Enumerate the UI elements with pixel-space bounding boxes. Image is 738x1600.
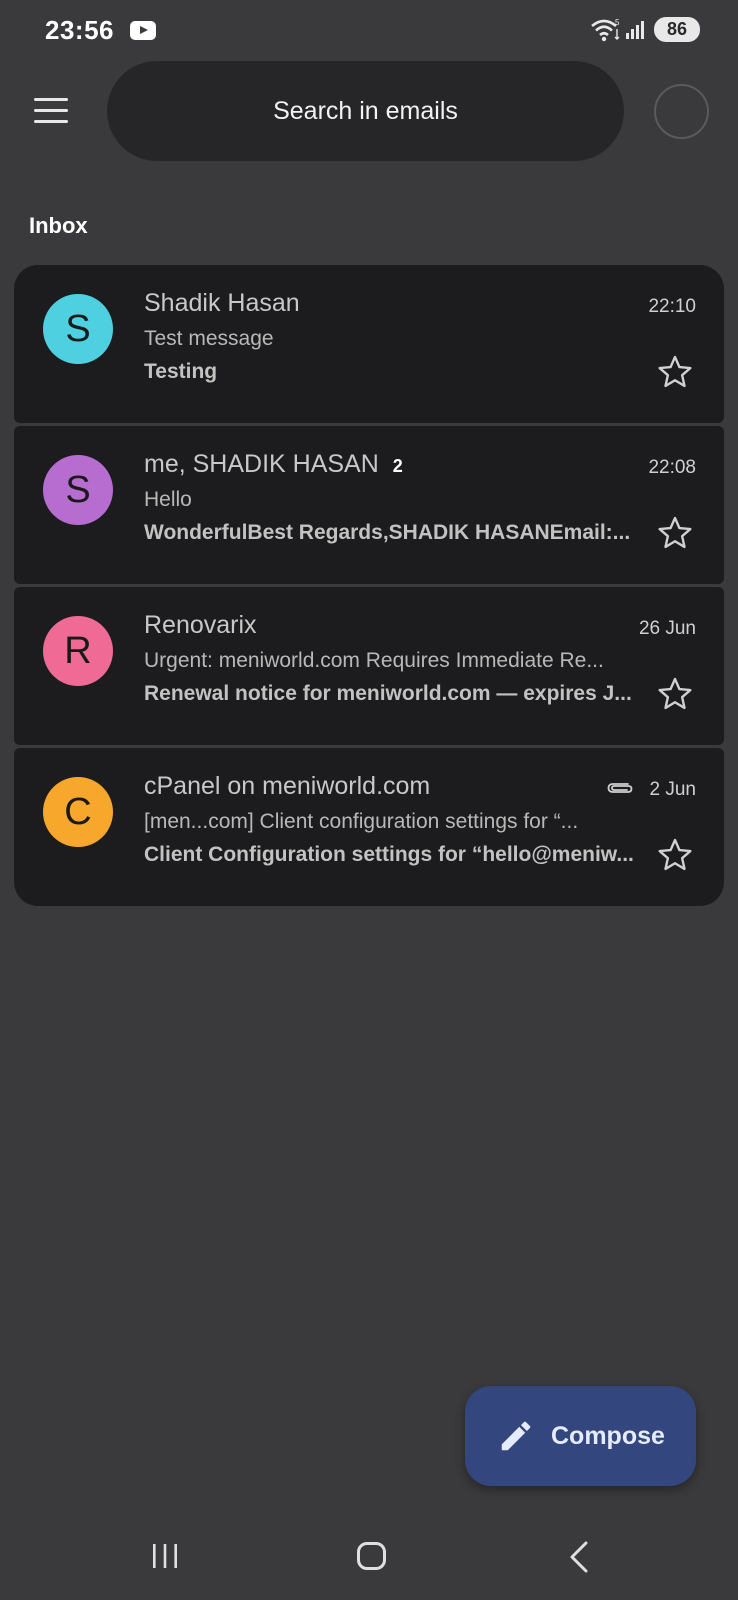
sender-avatar[interactable]: S: [43, 455, 113, 525]
section-label-inbox: Inbox: [29, 213, 88, 238]
email-row[interactable]: R Renovarix 26 Jun Urgent: meniworld.com…: [14, 587, 724, 745]
search-placeholder: Search in emails: [273, 96, 458, 125]
email-snippet: Renewal notice for meniworld.com — expir…: [144, 682, 632, 705]
email-subject: Urgent: meniworld.com Requires Immediate…: [144, 649, 604, 672]
star-icon[interactable]: [656, 514, 694, 552]
home-icon[interactable]: [357, 1542, 386, 1570]
email-row[interactable]: S me, SHADIK HASAN 2 22:08 Hello Wonderfu…: [14, 426, 724, 584]
thread-count: 2: [392, 456, 403, 476]
account-avatar[interactable]: [654, 84, 709, 139]
compose-label: Compose: [551, 1421, 665, 1450]
menu-icon[interactable]: [34, 98, 68, 124]
email-subject: [men...com] Client configuration setting…: [144, 810, 579, 833]
youtube-icon: [130, 21, 156, 40]
star-icon[interactable]: [656, 353, 694, 391]
wifi-icon: 5: [591, 18, 620, 42]
status-time: 23:56: [45, 15, 114, 45]
email-date: 22:10: [648, 296, 696, 317]
sender-name: Renovarix: [144, 611, 257, 639]
email-list: S Shadik Hasan 22:10 Test message Testin…: [14, 265, 724, 909]
email-snippet: WonderfulBest Regards,SHADIK HASANEmail:…: [144, 521, 631, 544]
compose-button[interactable]: Compose: [465, 1386, 696, 1486]
pencil-icon: [501, 1421, 531, 1451]
sender-name: me, SHADIK HASAN 2: [144, 450, 403, 478]
signal-icon: [626, 21, 644, 39]
email-snippet: Client Configuration settings for “hello…: [144, 843, 634, 866]
email-row[interactable]: C cPanel on meniworld.com 2 Jun [men...c…: [14, 748, 724, 906]
email-date: 2 Jun: [649, 779, 696, 800]
back-icon[interactable]: [568, 1541, 590, 1573]
svg-text:5: 5: [615, 18, 620, 27]
attachment-icon: [607, 783, 633, 793]
battery-icon: 86: [654, 17, 700, 42]
email-subject: Hello: [144, 488, 192, 511]
email-subject: Test message: [144, 327, 274, 350]
email-row[interactable]: S Shadik Hasan 22:10 Test message Testin…: [14, 265, 724, 423]
recents-icon[interactable]: [150, 1543, 180, 1569]
sender-avatar[interactable]: C: [43, 777, 113, 847]
sender-avatar[interactable]: S: [43, 294, 113, 364]
star-icon[interactable]: [656, 675, 694, 713]
star-icon[interactable]: [656, 836, 694, 874]
email-snippet: Testing: [144, 360, 218, 383]
status-bar: 23:56 5 86: [0, 0, 738, 62]
email-date: 26 Jun: [638, 618, 696, 639]
sender-name: cPanel on meniworld.com: [144, 772, 431, 800]
sender-name: Shadik Hasan: [144, 289, 300, 317]
gmail-inbox-screen: 23:56 5 86 Search in emails Inbox S Shad…: [0, 0, 738, 1600]
email-date: 22:08: [648, 457, 696, 478]
search-bar[interactable]: Search in emails: [107, 61, 624, 161]
sender-avatar[interactable]: R: [43, 616, 113, 686]
